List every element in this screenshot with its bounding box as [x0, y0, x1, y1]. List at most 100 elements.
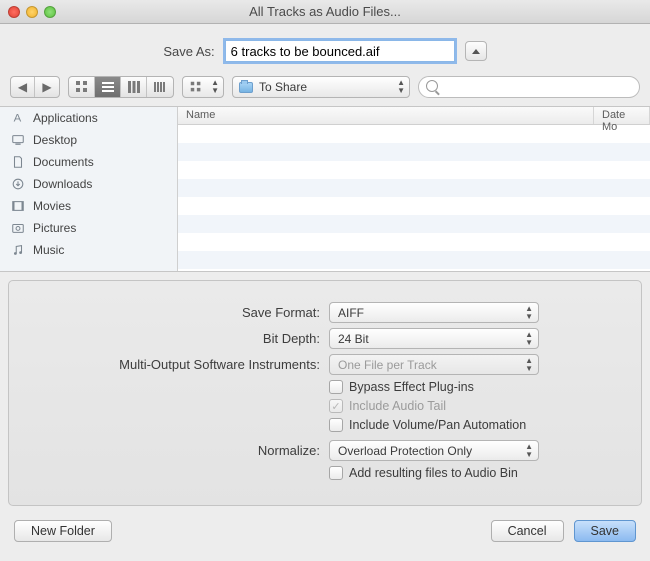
list-header: Name Date Mo	[178, 107, 650, 125]
documents-icon	[10, 155, 26, 169]
multi-output-dropdown: One File per Track ▲▼	[329, 354, 539, 375]
add-to-bin-label: Add resulting files to Audio Bin	[349, 466, 518, 480]
table-row	[178, 197, 650, 215]
bit-depth-dropdown[interactable]: 24 Bit ▲▼	[329, 328, 539, 349]
browser-toolbar: ◀ ▶ ▲▼ To Share ▲▼	[0, 76, 650, 106]
normalize-dropdown[interactable]: Overload Protection Only ▲▼	[329, 440, 539, 461]
coverflow-view-button[interactable]	[147, 77, 173, 97]
bit-depth-value: 24 Bit	[338, 332, 369, 346]
search-icon	[426, 80, 438, 92]
sidebar-item-label: Documents	[33, 155, 94, 169]
table-row	[178, 161, 650, 179]
options-panel: Save Format: AIFF ▲▼ Bit Depth: 24 Bit ▲…	[8, 280, 642, 506]
view-segment	[68, 76, 174, 98]
updown-icon: ▲▼	[525, 331, 533, 347]
table-row	[178, 125, 650, 143]
multi-output-value: One File per Track	[338, 358, 437, 372]
zoom-icon[interactable]	[44, 6, 56, 18]
grid-icon	[74, 79, 90, 95]
location-label: To Share	[259, 80, 307, 94]
save-button[interactable]: Save	[574, 520, 637, 542]
svg-text:A: A	[14, 113, 22, 125]
search-wrap	[418, 76, 640, 98]
downloads-icon	[10, 177, 26, 191]
arrange-dropdown[interactable]: ▲▼	[182, 76, 224, 98]
sidebar-item-label: Desktop	[33, 133, 77, 147]
save-as-row: Save As:	[0, 40, 650, 62]
folder-icon	[239, 82, 253, 93]
normalize-label: Normalize:	[19, 443, 329, 458]
window-title: All Tracks as Audio Files...	[0, 4, 650, 19]
search-input[interactable]	[418, 76, 640, 98]
column-name[interactable]: Name	[178, 107, 594, 124]
updown-icon: ▲▼	[211, 79, 219, 95]
bypass-label: Bypass Effect Plug-ins	[349, 380, 474, 394]
title-bar: All Tracks as Audio Files...	[0, 0, 650, 24]
file-list: Name Date Mo	[178, 107, 650, 271]
updown-icon: ▲▼	[397, 79, 405, 95]
desktop-icon	[10, 133, 26, 147]
cancel-button[interactable]: Cancel	[491, 520, 564, 542]
sidebar-item-label: Movies	[33, 199, 71, 213]
expand-browser-button[interactable]	[465, 41, 487, 61]
sidebar-item-label: Music	[33, 243, 64, 257]
minimize-icon[interactable]	[26, 6, 38, 18]
table-row	[178, 215, 650, 233]
sidebar-item-pictures[interactable]: Pictures	[0, 217, 177, 239]
sidebar-item-downloads[interactable]: Downloads	[0, 173, 177, 195]
icon-view-button[interactable]	[69, 77, 95, 97]
sidebar-item-label: Pictures	[33, 221, 76, 235]
list-view-button[interactable]	[95, 77, 121, 97]
sidebar: A Applications Desktop Documents Downloa…	[0, 107, 178, 271]
triangle-up-icon	[472, 49, 480, 54]
location-dropdown[interactable]: To Share ▲▼	[232, 76, 410, 98]
sidebar-item-applications[interactable]: A Applications	[0, 107, 177, 129]
grid-small-icon	[189, 79, 203, 95]
save-as-label: Save As:	[163, 44, 214, 59]
include-tail-label: Include Audio Tail	[349, 399, 446, 413]
sidebar-item-music[interactable]: Music	[0, 239, 177, 261]
forward-button[interactable]: ▶	[35, 77, 59, 97]
footer: New Folder Cancel Save	[0, 514, 650, 554]
include-tail-checkbox	[329, 399, 343, 413]
list-icon	[100, 79, 116, 95]
add-to-bin-checkbox[interactable]	[329, 466, 343, 480]
coverflow-icon	[152, 79, 168, 95]
columns-icon	[126, 79, 142, 95]
table-row	[178, 233, 650, 251]
pictures-icon	[10, 221, 26, 235]
sidebar-item-desktop[interactable]: Desktop	[0, 129, 177, 151]
multi-output-label: Multi-Output Software Instruments:	[19, 357, 329, 372]
save-format-dropdown[interactable]: AIFF ▲▼	[329, 302, 539, 323]
window-controls	[8, 6, 56, 18]
nav-segment: ◀ ▶	[10, 76, 60, 98]
new-folder-button[interactable]: New Folder	[14, 520, 112, 542]
include-volume-checkbox[interactable]	[329, 418, 343, 432]
include-volume-label: Include Volume/Pan Automation	[349, 418, 526, 432]
sidebar-item-movies[interactable]: Movies	[0, 195, 177, 217]
normalize-value: Overload Protection Only	[338, 444, 472, 458]
sidebar-item-label: Downloads	[33, 177, 92, 191]
movies-icon	[10, 199, 26, 213]
updown-icon: ▲▼	[525, 305, 533, 321]
table-row	[178, 179, 650, 197]
file-browser: A Applications Desktop Documents Downloa…	[0, 106, 650, 272]
updown-icon: ▲▼	[525, 443, 533, 459]
column-view-button[interactable]	[121, 77, 147, 97]
table-row	[178, 251, 650, 269]
bit-depth-label: Bit Depth:	[19, 331, 329, 346]
updown-icon: ▲▼	[525, 357, 533, 373]
sidebar-item-label: Applications	[33, 111, 98, 125]
save-format-value: AIFF	[338, 306, 364, 320]
table-row	[178, 143, 650, 161]
close-icon[interactable]	[8, 6, 20, 18]
list-rows	[178, 125, 650, 271]
back-button[interactable]: ◀	[11, 77, 35, 97]
applications-icon: A	[10, 111, 26, 125]
column-date[interactable]: Date Mo	[594, 107, 650, 124]
save-format-label: Save Format:	[19, 305, 329, 320]
music-icon	[10, 243, 26, 257]
bypass-checkbox[interactable]	[329, 380, 343, 394]
save-as-input[interactable]	[225, 40, 455, 62]
sidebar-item-documents[interactable]: Documents	[0, 151, 177, 173]
